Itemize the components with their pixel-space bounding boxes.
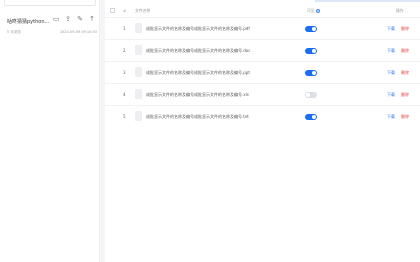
table-row: 3 成批显示文件的名称及编号成批显示文件的名称及编号.ppt 下载 删除	[105, 61, 420, 83]
toggle-knob	[306, 93, 310, 97]
header-index: #	[123, 8, 127, 13]
panel-top-bar	[315, 0, 420, 2]
download-link[interactable]: 下载	[387, 26, 395, 32]
course-title[interactable]: 咕咚猜猜python…	[7, 18, 50, 25]
sidebar-toolbar: ▭ ⇪ ✎ ↑	[52, 15, 96, 24]
delete-link[interactable]: 删除	[401, 26, 409, 32]
visibility-toggle[interactable]	[305, 48, 317, 54]
header-visible: 可见?	[307, 8, 320, 14]
help-icon[interactable]: ?	[315, 8, 320, 13]
download-link[interactable]: 下载	[387, 70, 395, 76]
table-row: 2 成批显示文件的名称及编号成批显示文件的名称及编号.doc 下载 删除	[105, 39, 420, 61]
timestamp: 2020-09-09 09:10:33	[59, 30, 97, 34]
toggle-knob	[312, 49, 316, 53]
file-name[interactable]: 成批显示文件的名称及编号成批显示文件的名称及编号.doc	[146, 48, 250, 54]
table-row: 1 成批显示文件的名称及编号成批显示文件的名称及编号.pdf 下载 删除	[105, 17, 420, 39]
row-index: 2	[123, 48, 126, 53]
delete-link[interactable]: 删除	[401, 92, 409, 98]
header-file-name: 文件名称	[135, 7, 151, 13]
download-link[interactable]: 下载	[387, 48, 395, 54]
toggle-knob	[312, 27, 316, 31]
delete-link[interactable]: 删除	[401, 70, 409, 76]
file-icon	[135, 67, 142, 77]
header-visible-label: 可见	[307, 7, 315, 13]
sidebar-top-tab[interactable]	[4, 0, 96, 6]
visibility-toggle[interactable]	[305, 26, 317, 32]
row-index: 5	[123, 114, 126, 119]
view-count: 5 次浏览	[7, 30, 21, 34]
course-meta: 5 次浏览 2020-09-09 09:10:33	[7, 30, 97, 35]
visibility-toggle[interactable]	[305, 92, 317, 98]
row-index: 4	[123, 92, 126, 97]
file-name[interactable]: 成批显示文件的名称及编号成批显示文件的名称及编号.ppt	[146, 70, 250, 76]
table-row: 4 成批显示文件的名称及编号成批显示文件的名称及编号.xls 下载 删除	[105, 83, 420, 105]
file-icon	[135, 89, 142, 99]
file-name[interactable]: 成批显示文件的名称及编号成批显示文件的名称及编号.txt	[146, 114, 249, 120]
table-row: 5 成批显示文件的名称及编号成批显示文件的名称及编号.txt 下载 删除	[105, 105, 420, 127]
course-sidebar: 咕咚猜猜python… ▭ ⇪ ✎ ↑ 5 次浏览 2020-09-09 09:…	[0, 0, 100, 262]
file-icon	[135, 45, 142, 55]
row-index: 3	[123, 70, 126, 75]
download-link[interactable]: 下载	[387, 92, 395, 98]
header-operations: 操作	[396, 7, 404, 13]
file-name[interactable]: 成批显示文件的名称及编号成批显示文件的名称及编号.pdf	[146, 26, 250, 32]
row-index: 1	[123, 26, 126, 31]
toggle-knob	[312, 115, 316, 119]
toggle-knob	[312, 71, 316, 75]
file-table-panel: # 文件名称 可见? 操作 1 成批显示文件的名称及编号成批显示文件的名称及编号.…	[105, 0, 420, 262]
file-icon	[135, 23, 142, 33]
download-link[interactable]: 下载	[387, 114, 395, 120]
upload-icon[interactable]: ⇪	[64, 15, 72, 24]
visibility-toggle[interactable]	[305, 70, 317, 76]
table-header: # 文件名称 可见? 操作	[105, 4, 420, 17]
file-icon	[135, 111, 142, 121]
delete-link[interactable]: 删除	[401, 48, 409, 54]
delete-link[interactable]: 删除	[401, 114, 409, 120]
arrow-up-icon[interactable]: ↑	[88, 15, 96, 24]
edit-icon[interactable]: ✎	[76, 15, 84, 24]
folder-icon[interactable]: ▭	[52, 15, 60, 24]
visibility-toggle[interactable]	[305, 114, 317, 120]
file-name[interactable]: 成批显示文件的名称及编号成批显示文件的名称及编号.xls	[146, 92, 249, 98]
select-all-checkbox[interactable]	[110, 8, 115, 13]
